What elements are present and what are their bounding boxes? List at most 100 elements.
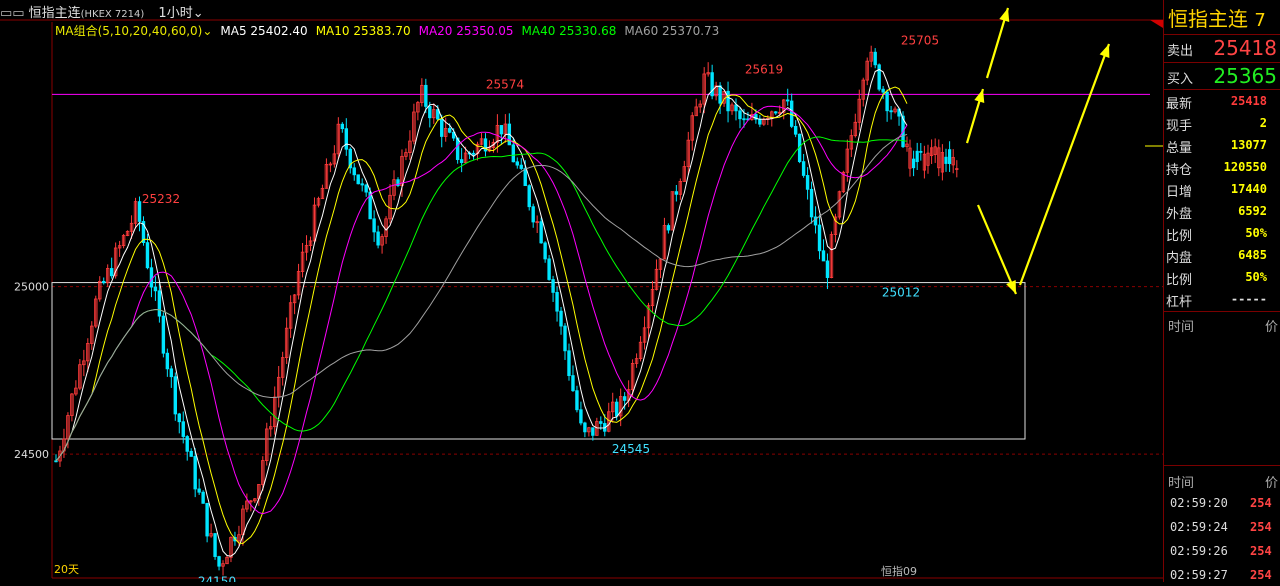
candle[interactable]: [937, 139, 941, 177]
scenario-arrow-rebound[interactable]: [1018, 43, 1111, 286]
candle[interactable]: [157, 283, 162, 323]
candle[interactable]: [915, 142, 919, 171]
candle[interactable]: [253, 497, 257, 504]
candle[interactable]: [364, 183, 368, 197]
scenario-arrow-up-short[interactable]: [965, 88, 985, 144]
candle[interactable]: [944, 148, 948, 172]
candle[interactable]: [547, 255, 551, 281]
candle[interactable]: [165, 348, 170, 377]
candle[interactable]: [284, 317, 289, 365]
candle[interactable]: [257, 484, 261, 506]
candle[interactable]: [273, 386, 277, 435]
candle[interactable]: [320, 184, 325, 200]
candle[interactable]: [583, 421, 587, 438]
candle[interactable]: [758, 115, 762, 128]
candle[interactable]: [519, 158, 523, 171]
scenario-arrow-down[interactable]: [976, 204, 1018, 295]
candle[interactable]: [948, 141, 952, 172]
candle[interactable]: [105, 264, 110, 287]
candle[interactable]: [396, 177, 400, 188]
candle[interactable]: [555, 286, 559, 322]
candle[interactable]: [169, 365, 174, 388]
candle[interactable]: [955, 160, 959, 178]
candle[interactable]: [793, 120, 798, 138]
candle[interactable]: [642, 316, 647, 350]
candle[interactable]: [201, 490, 205, 504]
candle[interactable]: [62, 428, 66, 458]
candle[interactable]: [595, 417, 599, 436]
candle[interactable]: [889, 105, 893, 120]
candle[interactable]: [861, 77, 865, 107]
candle[interactable]: [579, 401, 583, 426]
candle[interactable]: [74, 380, 78, 396]
candle[interactable]: [296, 263, 301, 300]
candle[interactable]: [125, 230, 130, 237]
candle[interactable]: [94, 295, 98, 329]
candle[interactable]: [746, 111, 750, 121]
candle[interactable]: [515, 157, 519, 169]
candle[interactable]: [750, 102, 754, 121]
candle[interactable]: [912, 150, 916, 177]
candle[interactable]: [634, 353, 639, 368]
candle[interactable]: [678, 178, 683, 200]
candle[interactable]: [919, 143, 923, 161]
candle[interactable]: [527, 184, 531, 211]
candle[interactable]: [459, 148, 464, 173]
candle[interactable]: [82, 349, 86, 377]
candle[interactable]: [535, 215, 539, 234]
candle[interactable]: [328, 161, 333, 173]
candle[interactable]: [825, 253, 830, 290]
candle[interactable]: [734, 98, 738, 121]
candle[interactable]: [213, 532, 217, 560]
candle[interactable]: [217, 555, 221, 571]
candle[interactable]: [225, 555, 229, 565]
candle[interactable]: [499, 125, 504, 144]
candle[interactable]: [376, 225, 380, 249]
period-selector[interactable]: 1小时⌄: [158, 6, 203, 21]
candle[interactable]: [78, 358, 82, 391]
candle[interactable]: [543, 241, 547, 263]
candle[interactable]: [774, 110, 778, 115]
candle[interactable]: [185, 435, 189, 461]
candle[interactable]: [690, 112, 694, 151]
chart-title[interactable]: ▭▭ 恒指主连(HKEX 7214) 1小时⌄: [0, 2, 204, 21]
candle[interactable]: [197, 478, 201, 495]
candle[interactable]: [786, 88, 790, 106]
candle[interactable]: [710, 64, 714, 100]
candle[interactable]: [885, 89, 889, 122]
candle[interactable]: [360, 178, 364, 192]
candle[interactable]: [567, 343, 571, 381]
candle[interactable]: [483, 133, 488, 157]
candle[interactable]: [276, 365, 281, 408]
candle[interactable]: [571, 365, 575, 392]
candle[interactable]: [694, 98, 698, 117]
candle[interactable]: [670, 191, 675, 231]
candle[interactable]: [332, 145, 337, 168]
candle[interactable]: [686, 131, 690, 175]
candle[interactable]: [54, 454, 58, 463]
candle[interactable]: [539, 217, 543, 244]
candle[interactable]: [654, 259, 659, 291]
candle[interactable]: [940, 144, 945, 181]
candle[interactable]: [141, 216, 146, 246]
candle[interactable]: [587, 426, 591, 437]
candle[interactable]: [356, 174, 360, 185]
candle[interactable]: [930, 139, 934, 165]
candle[interactable]: [821, 239, 826, 262]
candle[interactable]: [658, 258, 663, 279]
candle[interactable]: [563, 323, 567, 360]
candle[interactable]: [304, 235, 309, 261]
candle[interactable]: [809, 181, 814, 224]
candle[interactable]: [559, 306, 563, 335]
candle[interactable]: [98, 276, 102, 302]
candle[interactable]: [340, 122, 345, 133]
candle[interactable]: [706, 62, 710, 77]
candle[interactable]: [762, 117, 766, 126]
candle[interactable]: [269, 416, 273, 437]
candle[interactable]: [575, 385, 579, 413]
candle[interactable]: [229, 536, 233, 563]
candle[interactable]: [336, 117, 341, 159]
candle[interactable]: [869, 45, 873, 68]
candle[interactable]: [805, 167, 810, 200]
candle[interactable]: [90, 321, 94, 350]
